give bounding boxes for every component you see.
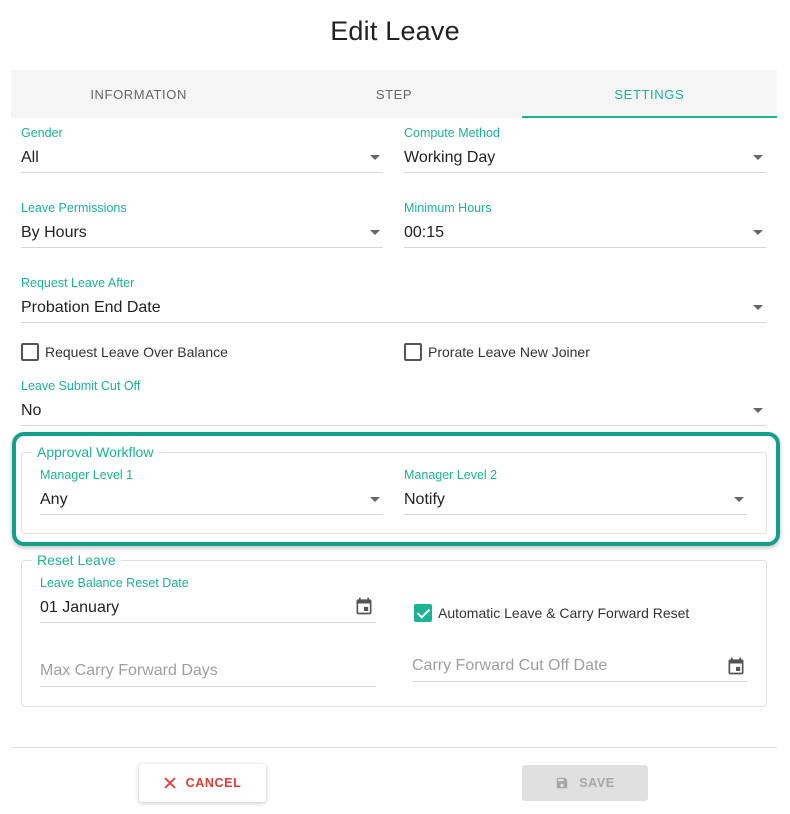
close-icon [164,777,176,789]
cancel-label: CANCEL [185,776,242,790]
chevron-down-icon [753,408,763,413]
request-leave-after-label: Request Leave After [21,276,135,290]
minimum-hours-select[interactable]: 00:15 [404,224,766,248]
prorate-new-joiner-label: Prorate Leave New Joiner [428,344,590,360]
balance-reset-date-field: Leave Balance Reset Date 01 January [40,575,376,623]
chevron-down-icon [753,155,763,160]
chevron-down-icon [370,230,380,235]
tab-step[interactable]: STEP [266,70,521,118]
chevron-down-icon [370,155,380,160]
leave-permissions-select[interactable]: By Hours [21,224,383,248]
request-leave-after-select[interactable]: Probation End Date [21,299,766,323]
page-title: Edit Leave [330,16,460,46]
checkbox-checked-icon[interactable] [414,604,432,622]
save-icon [555,776,569,790]
auto-reset-checkbox[interactable]: Automatic Leave & Carry Forward Reset [414,604,689,622]
request-leave-after-field: Request Leave After Probation End Date [21,275,766,323]
leave-submit-cut-off-label: Leave Submit Cut Off [21,379,141,393]
tab-settings[interactable]: SETTINGS [521,70,778,118]
leave-submit-cut-off-value: No [21,402,42,419]
leave-permissions-field: Leave Permissions By Hours [21,200,383,248]
compute-method-label: Compute Method [404,126,500,140]
tab-bar: INFORMATION STEP SETTINGS [11,70,778,118]
gender-label: Gender [21,126,63,140]
request-leave-after-value: Probation End Date [21,299,161,316]
leave-permissions-label: Leave Permissions [21,201,127,215]
checkbox-box[interactable] [21,343,39,361]
leave-permissions-value: By Hours [21,224,87,241]
max-carry-forward-input[interactable]: Max Carry Forward Days [40,659,376,687]
leave-submit-cut-off-field: Leave Submit Cut Off No [21,378,766,426]
minimum-hours-field: Minimum Hours 00:15 [404,200,766,248]
request-over-balance-checkbox[interactable]: Request Leave Over Balance [21,343,228,361]
checkbox-box[interactable] [404,343,422,361]
gender-field: Gender All [21,125,383,173]
reset-leave-legend: Reset Leave [32,552,121,568]
auto-reset-label: Automatic Leave & Carry Forward Reset [438,605,690,621]
calendar-icon[interactable] [726,656,746,676]
save-button[interactable]: SAVE [522,765,648,801]
prorate-new-joiner-checkbox[interactable]: Prorate Leave New Joiner [404,343,590,361]
gender-select[interactable]: All [21,149,383,173]
compute-method-select[interactable]: Working Day [404,149,766,173]
calendar-icon[interactable] [354,596,374,616]
compute-method-field: Compute Method Working Day [404,125,766,173]
minimum-hours-label: Minimum Hours [404,201,492,215]
chevron-down-icon [753,305,763,310]
tab-information[interactable]: INFORMATION [11,70,266,118]
carry-forward-cutoff-input[interactable]: Carry Forward Cut Off Date [412,654,748,682]
footer-divider [11,747,777,748]
request-over-balance-label: Request Leave Over Balance [45,344,228,360]
leave-submit-cut-off-select[interactable]: No [21,402,766,426]
cancel-button[interactable]: CANCEL [139,764,266,802]
save-label: SAVE [579,776,615,790]
balance-reset-date-input[interactable]: 01 January [40,599,376,623]
highlight-frame [12,432,780,546]
balance-reset-date-label: Leave Balance Reset Date [40,576,189,590]
gender-value: All [21,149,39,166]
chevron-down-icon [753,230,763,235]
compute-method-value: Working Day [404,149,496,166]
balance-reset-date-value: 01 January [40,599,120,616]
minimum-hours-value: 00:15 [404,224,445,241]
